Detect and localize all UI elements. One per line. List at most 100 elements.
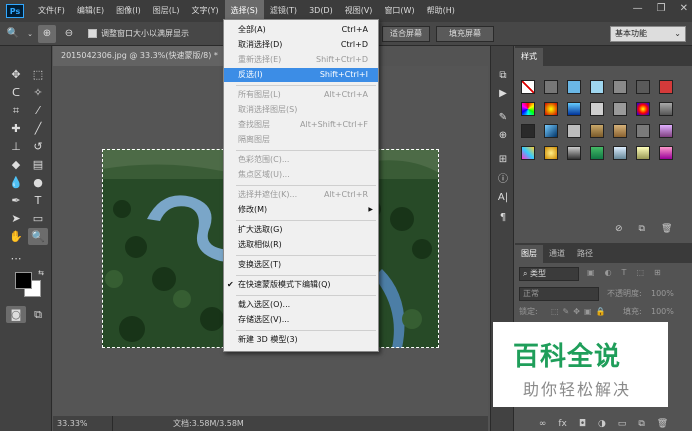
history-icon[interactable]: ⧉ — [496, 68, 510, 82]
select-menu-item[interactable]: 反选(I) Shift+Ctrl+I — [224, 68, 378, 82]
brush-tool-icon[interactable]: ╱ — [28, 120, 48, 137]
select-menu-item[interactable]: 重新选择(E) Shift+Ctrl+D — [224, 53, 378, 67]
fx-icon[interactable]: fx — [558, 419, 567, 429]
tab-styles[interactable]: 样式 — [515, 48, 543, 66]
select-menu-item[interactable]: 在快速蒙版模式下编辑(Q) ✔ — [224, 278, 378, 292]
quick-mask-icon[interactable]: ◙ — [6, 306, 26, 323]
style-swatch[interactable] — [544, 80, 558, 94]
path-selection-icon[interactable]: ➤ — [6, 210, 26, 227]
workspace-select[interactable]: 基本功能 ⌄ — [610, 26, 686, 42]
select-menu-item[interactable]: 隔离图层 — [224, 133, 378, 147]
style-swatch[interactable] — [521, 102, 535, 116]
select-menu-item[interactable]: 新建 3D 模型(3) — [224, 333, 378, 347]
menu-item[interactable]: 图像(I) — [110, 0, 147, 22]
style-swatch[interactable] — [521, 146, 535, 160]
style-swatch[interactable] — [567, 124, 581, 138]
select-menu-item[interactable]: 取消选择图层(S) — [224, 103, 378, 117]
brush-panel-icon[interactable]: ✎ — [496, 110, 510, 124]
pixel-filter-icon[interactable]: ▣ — [587, 268, 595, 277]
fill-value[interactable]: 100% — [651, 305, 674, 319]
eraser-icon[interactable]: ◆ — [6, 156, 26, 173]
healing-brush-icon[interactable]: ✚ — [6, 120, 26, 137]
trash-icon[interactable]: 🗑 — [657, 419, 668, 429]
zoom-in-icon[interactable]: ⊕ — [38, 24, 56, 43]
smart-filter-icon[interactable]: ⊞ — [654, 268, 661, 277]
style-swatch[interactable] — [521, 124, 535, 138]
new-style-icon[interactable]: ⧉ — [639, 224, 645, 234]
style-swatch[interactable] — [590, 80, 604, 94]
screen-mode-icon[interactable]: ⧉ — [28, 306, 48, 323]
rectangle-tool-icon[interactable]: ▭ — [28, 210, 48, 227]
zoom-out-icon[interactable]: ⊖ — [60, 25, 78, 43]
lasso-tool-icon[interactable]: ᑕ — [6, 84, 26, 101]
select-menu-item[interactable]: 选取相似(R) — [224, 238, 378, 252]
style-swatch[interactable] — [544, 102, 558, 116]
type-tool-icon[interactable]: T — [28, 192, 48, 209]
select-menu-item[interactable]: 变换选区(T) — [224, 258, 378, 272]
style-swatch[interactable] — [659, 124, 673, 138]
clone-stamp-icon[interactable]: ⊥ — [6, 138, 26, 155]
paragraph-icon[interactable]: ¶ — [496, 210, 510, 224]
style-swatch[interactable] — [613, 102, 627, 116]
style-swatch[interactable] — [590, 124, 604, 138]
new-layer-icon[interactable]: ⧉ — [638, 419, 644, 429]
select-menu-item[interactable]: 取消选择(D) Ctrl+D — [224, 38, 378, 52]
clone-source-icon[interactable]: ⊕ — [496, 128, 510, 142]
layers-tab[interactable]: 路径 — [571, 245, 599, 263]
eyedropper-icon[interactable]: ⁄ — [28, 102, 48, 119]
close-icon[interactable]: ✕ — [680, 3, 688, 14]
select-menu-item[interactable]: 选择并遮住(K)... Alt+Ctrl+R — [224, 188, 378, 202]
select-menu-item[interactable]: 载入选区(O)... — [224, 298, 378, 312]
style-swatch[interactable] — [567, 146, 581, 160]
clear-style-icon[interactable]: ⊘ — [615, 224, 623, 234]
properties-icon[interactable]: ⊞ — [496, 152, 510, 166]
menu-item[interactable]: 帮助(H) — [421, 0, 461, 22]
adjustment-filter-icon[interactable]: ◐ — [605, 268, 612, 277]
style-swatch[interactable] — [613, 80, 627, 94]
select-menu-item[interactable]: 焦点区域(U)... — [224, 168, 378, 182]
character-icon[interactable]: A| — [496, 190, 510, 204]
style-swatch[interactable] — [544, 124, 558, 138]
menu-item[interactable]: 文件(F) — [32, 0, 71, 22]
fit-screen-button[interactable]: 适合屏幕 — [382, 26, 430, 42]
resize-windows-checkbox[interactable] — [88, 29, 97, 38]
dodge-tool-icon[interactable]: ● — [28, 174, 48, 191]
info-icon[interactable]: ⓘ — [496, 170, 510, 185]
style-swatch[interactable] — [636, 80, 650, 94]
minimize-icon[interactable]: — — [633, 3, 643, 14]
hand-tool-icon[interactable]: ✋ — [6, 228, 26, 245]
style-swatch[interactable] — [659, 146, 673, 160]
foreground-color-swatch[interactable] — [15, 272, 32, 289]
select-menu-item[interactable]: 查找图层 Alt+Shift+Ctrl+F — [224, 118, 378, 132]
zoom-tool-icon[interactable]: 🔍 — [4, 25, 22, 43]
layers-tab[interactable]: 通道 — [543, 245, 571, 263]
style-swatch[interactable] — [636, 124, 650, 138]
zoom-level[interactable]: 33.33% — [53, 416, 113, 431]
maximize-icon[interactable]: ❐ — [657, 3, 666, 14]
style-swatch[interactable] — [567, 102, 581, 116]
mask-icon[interactable]: ◘ — [579, 419, 586, 429]
style-swatch[interactable] — [521, 80, 535, 94]
swap-colors-icon[interactable]: ⇆ — [36, 268, 46, 278]
menu-item[interactable]: 文字(Y) — [185, 0, 224, 22]
pen-tool-icon[interactable]: ✒ — [6, 192, 26, 209]
more-tools-icon[interactable]: ⋯ — [6, 250, 26, 267]
marquee-tool-icon[interactable]: ⬚ — [28, 66, 48, 83]
history-brush-icon[interactable]: ↺ — [28, 138, 48, 155]
type-filter-icon[interactable]: T — [622, 268, 627, 277]
select-menu-item[interactable]: 全部(A) Ctrl+A — [224, 23, 378, 37]
layers-tab[interactable]: 图层 — [515, 245, 543, 263]
shape-filter-icon[interactable]: ⬚ — [636, 268, 644, 277]
select-menu-item[interactable]: 修改(M) ▶ — [224, 203, 378, 217]
style-swatch[interactable] — [636, 146, 650, 160]
document-tab[interactable]: 2015042306.jpg @ 33.3%(快速蒙版/8) * — [53, 46, 227, 66]
folder-icon[interactable]: ▭ — [618, 419, 627, 429]
style-swatch[interactable] — [636, 102, 650, 116]
select-menu-item[interactable]: 所有图层(L) Alt+Ctrl+A — [224, 88, 378, 102]
style-swatch[interactable] — [567, 80, 581, 94]
gradient-tool-icon[interactable]: ▤ — [28, 156, 48, 173]
style-swatch[interactable] — [544, 146, 558, 160]
kind-filter-select[interactable]: ⌕ 类型 — [519, 267, 579, 281]
blur-tool-icon[interactable]: 💧 — [6, 174, 26, 191]
zoom-tool-icon[interactable]: 🔍 — [28, 228, 48, 245]
